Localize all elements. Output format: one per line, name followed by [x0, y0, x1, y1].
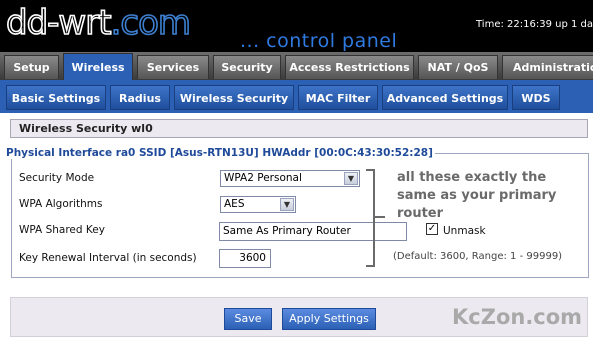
interface-title: Physical Interface ra0 SSID [Asus-RTN13U… [6, 147, 435, 159]
section-title: Wireless Security wl0 [10, 119, 588, 138]
wpa-shared-key-input[interactable]: Same As Primary Router [219, 222, 407, 241]
unmask-checkbox[interactable]: ✓ [426, 223, 438, 235]
subtab-advanced-settings[interactable]: Advanced Settings [382, 85, 508, 110]
tab-wireless[interactable]: Wireless [63, 53, 133, 80]
uptime-text: Time: 22:16:39 up 1 day [476, 19, 593, 30]
wpa-shared-key-label: WPA Shared Key [19, 224, 105, 236]
annotation-text: all these exactly the same as your prima… [397, 170, 557, 221]
annotation-bracket [366, 169, 375, 267]
security-mode-label: Security Mode [19, 172, 95, 184]
annotation-bracket-tick [375, 216, 385, 218]
control-panel-subtitle: ... control panel [240, 30, 398, 52]
wpa-algorithms-label: WPA Algorithms [19, 198, 103, 210]
sub-tab-bar: Basic Settings Radius Wireless Security … [0, 80, 593, 113]
subtab-basic-settings[interactable]: Basic Settings [6, 85, 106, 110]
subtab-mac-filter[interactable]: MAC Filter [298, 85, 378, 110]
chevron-down-icon: ▼ [280, 198, 294, 211]
apply-settings-button[interactable]: Apply Settings [282, 308, 376, 330]
key-renewal-hint: (Default: 3600, Range: 1 - 99999) [393, 251, 563, 262]
tab-access-restrictions[interactable]: Access Restrictions [285, 55, 414, 79]
tab-security[interactable]: Security [213, 55, 281, 79]
wpa-algorithms-select[interactable]: AES ▼ [220, 196, 296, 213]
subtab-wds[interactable]: WDS [512, 85, 560, 110]
tab-setup[interactable]: Setup [4, 55, 59, 79]
tab-nat-qos[interactable]: NAT / QoS [418, 55, 498, 79]
chevron-down-icon: ▼ [344, 172, 358, 185]
unmask-label: Unmask [443, 225, 486, 237]
ddwrt-logo: dd-wrt.com [5, 3, 192, 43]
subtab-wireless-security[interactable]: Wireless Security [174, 85, 294, 110]
header-bar: dd-wrt.com ... control panel Time: 22:16… [0, 0, 593, 52]
key-renewal-label: Key Renewal Interval (in seconds) [19, 252, 197, 264]
tab-administration[interactable]: Administration [502, 55, 593, 79]
logo-main-text: dd-wrt [5, 3, 112, 43]
tab-services[interactable]: Services [137, 55, 209, 79]
watermark: KcZon.com [452, 305, 583, 329]
main-tab-bar: Setup Wireless Services Security Access … [0, 52, 593, 80]
security-mode-select[interactable]: WPA2 Personal ▼ [220, 170, 360, 187]
wpa-algorithms-value: AES [224, 198, 245, 210]
security-mode-value: WPA2 Personal [224, 172, 302, 184]
key-renewal-input[interactable]: 3600 [219, 249, 271, 268]
logo-suffix-text: .com [110, 3, 192, 43]
subtab-radius[interactable]: Radius [110, 85, 170, 110]
save-button[interactable]: Save [224, 308, 272, 330]
